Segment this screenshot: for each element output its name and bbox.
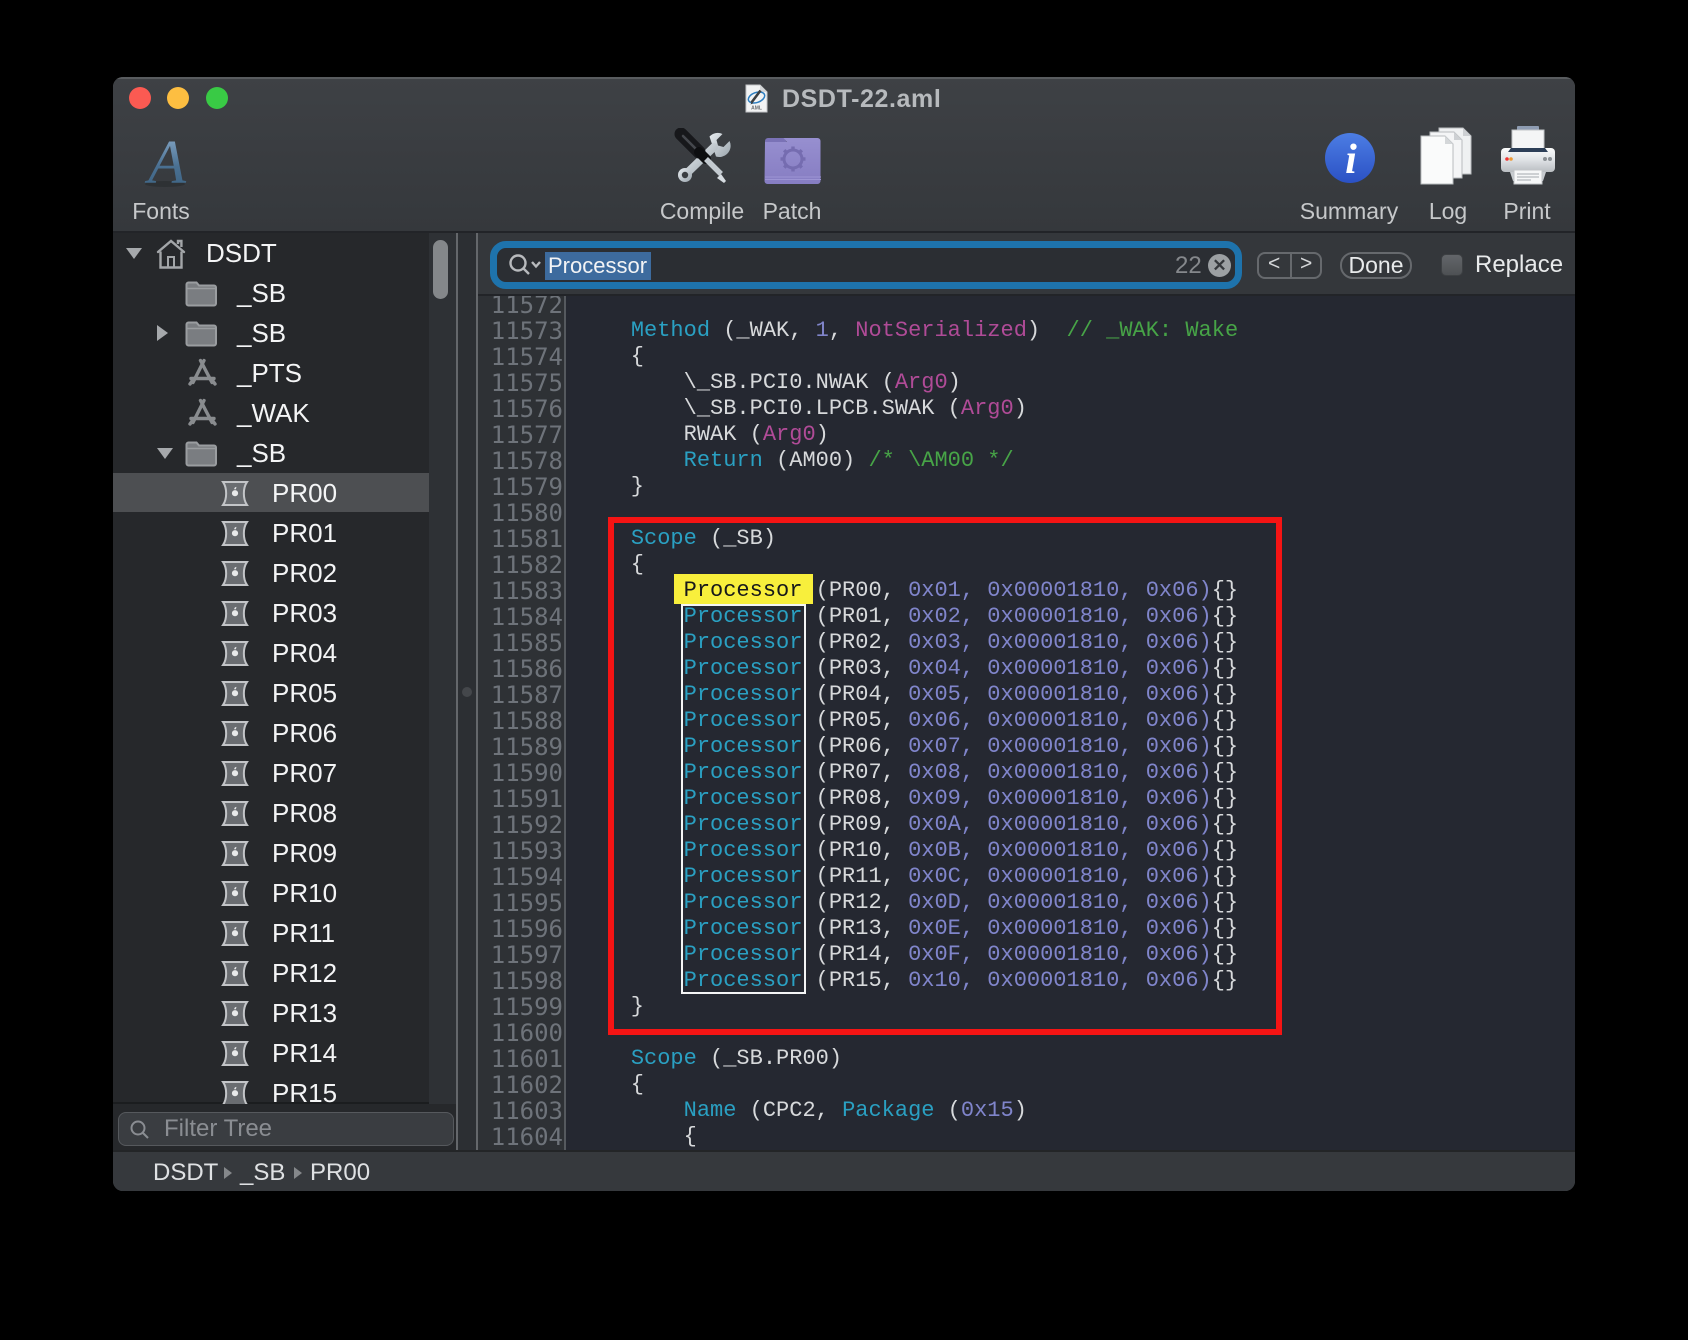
- svg-text:AML: AML: [751, 106, 762, 112]
- svg-text:i: i: [1345, 137, 1357, 183]
- svg-text:A: A: [144, 129, 187, 189]
